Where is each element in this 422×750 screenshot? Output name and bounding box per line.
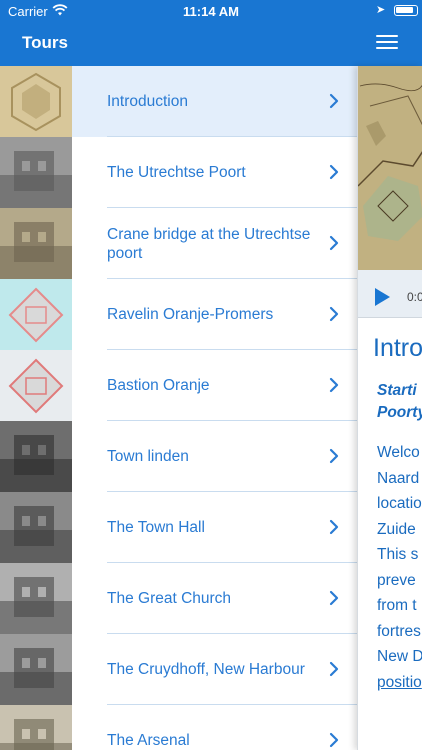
chevron-right-icon [328,163,340,181]
chevron-right-icon [328,518,340,536]
chevron-right-icon [328,660,340,678]
body-line: New D [377,648,422,665]
chevron-right-icon [328,731,340,749]
tour-thumbnail [0,350,72,421]
tour-thumbnail [0,705,72,750]
subtitle-line: Starti [377,382,417,399]
body-line: Welco [377,444,420,461]
app-header: Carrier 11:14 AM ➤ Tours [0,0,422,66]
tour-list-item-label: The Arsenal [107,732,190,749]
chevron-right-icon [328,376,340,394]
tour-list-item[interactable]: The Great Church [0,563,358,634]
tour-list-item[interactable]: Town linden [0,421,358,492]
body-line: from t [377,597,417,614]
tour-list-item-label: Introduction [107,93,188,110]
page-title: Tours [22,33,68,52]
battery-icon [394,5,418,16]
tour-list-item[interactable]: Crane bridge at the Utrechtse poort [0,208,358,279]
location-arrow-icon: ➤ [376,4,386,16]
player-time: 0:0 [407,290,422,304]
tour-thumbnail [0,137,72,208]
body-line: fortres [377,622,421,640]
tour-thumbnail [0,208,72,279]
body-line[interactable]: positio [377,670,422,696]
body-line: This s [377,546,419,563]
detail-body: Welco Naard locatio Zuide This s preve f… [377,440,422,695]
tour-list-item[interactable]: The Town Hall [0,492,358,563]
tour-list-item-label: The Town Hall [107,519,205,536]
play-icon[interactable] [375,288,390,306]
body-line: Zuide [377,520,416,538]
tour-list-item[interactable]: The Arsenal [0,705,358,750]
tour-list-item[interactable]: Introduction [0,66,358,137]
tour-list-item-label: Crane bridge at the Utrechtse poort [107,225,311,262]
tour-thumbnail [0,66,72,137]
tour-list-item-label: Town linden [107,448,189,465]
chevron-right-icon [328,447,340,465]
tour-thumbnail [0,421,72,492]
body-line: preve [377,571,416,589]
tour-list-item-label: The Utrechtse Poort [107,164,246,181]
subtitle-line: Poorty [377,404,422,421]
clock: 11:14 AM [183,4,239,19]
tour-thumbnail [0,634,72,705]
tour-thumbnail [0,563,72,634]
tour-list-item[interactable]: The Cruydhoff, New Harbour [0,634,358,705]
tour-list-item-label: The Great Church [107,590,232,607]
tour-list-item[interactable]: Ravelin Oranje-Promers [0,279,358,350]
chevron-right-icon [328,589,340,607]
tour-list-item-label: The Cruydhoff, New Harbour [107,661,305,678]
chevron-right-icon [328,305,340,323]
tour-thumbnail [0,492,72,563]
body-line: locatio [377,495,422,512]
tour-list: Introduction The Utrechtse Poort Crane bri… [0,66,358,750]
tour-list-item-label: Ravelin Oranje-Promers [107,306,274,323]
audio-player: 0:0 [358,270,422,318]
hamburger-menu-icon[interactable] [376,33,398,51]
detail-subtitle: Starti Poorty [377,380,422,424]
chevron-right-icon [328,234,340,252]
tour-list-item[interactable]: The Utrechtse Poort [0,137,358,208]
tour-list-item-label: Bastion Oranje [107,377,210,394]
detail-pane: 0:0 Intro Starti Poorty Welco Naard loca… [357,66,422,750]
body-line: Naard [377,469,420,487]
tour-thumbnail [0,279,72,350]
chevron-right-icon [328,92,340,110]
detail-title: Intro [373,334,422,362]
status-bar: Carrier 11:14 AM ➤ [0,0,422,22]
detail-map-image [358,66,422,270]
tour-list-item[interactable]: Bastion Oranje [0,350,358,421]
